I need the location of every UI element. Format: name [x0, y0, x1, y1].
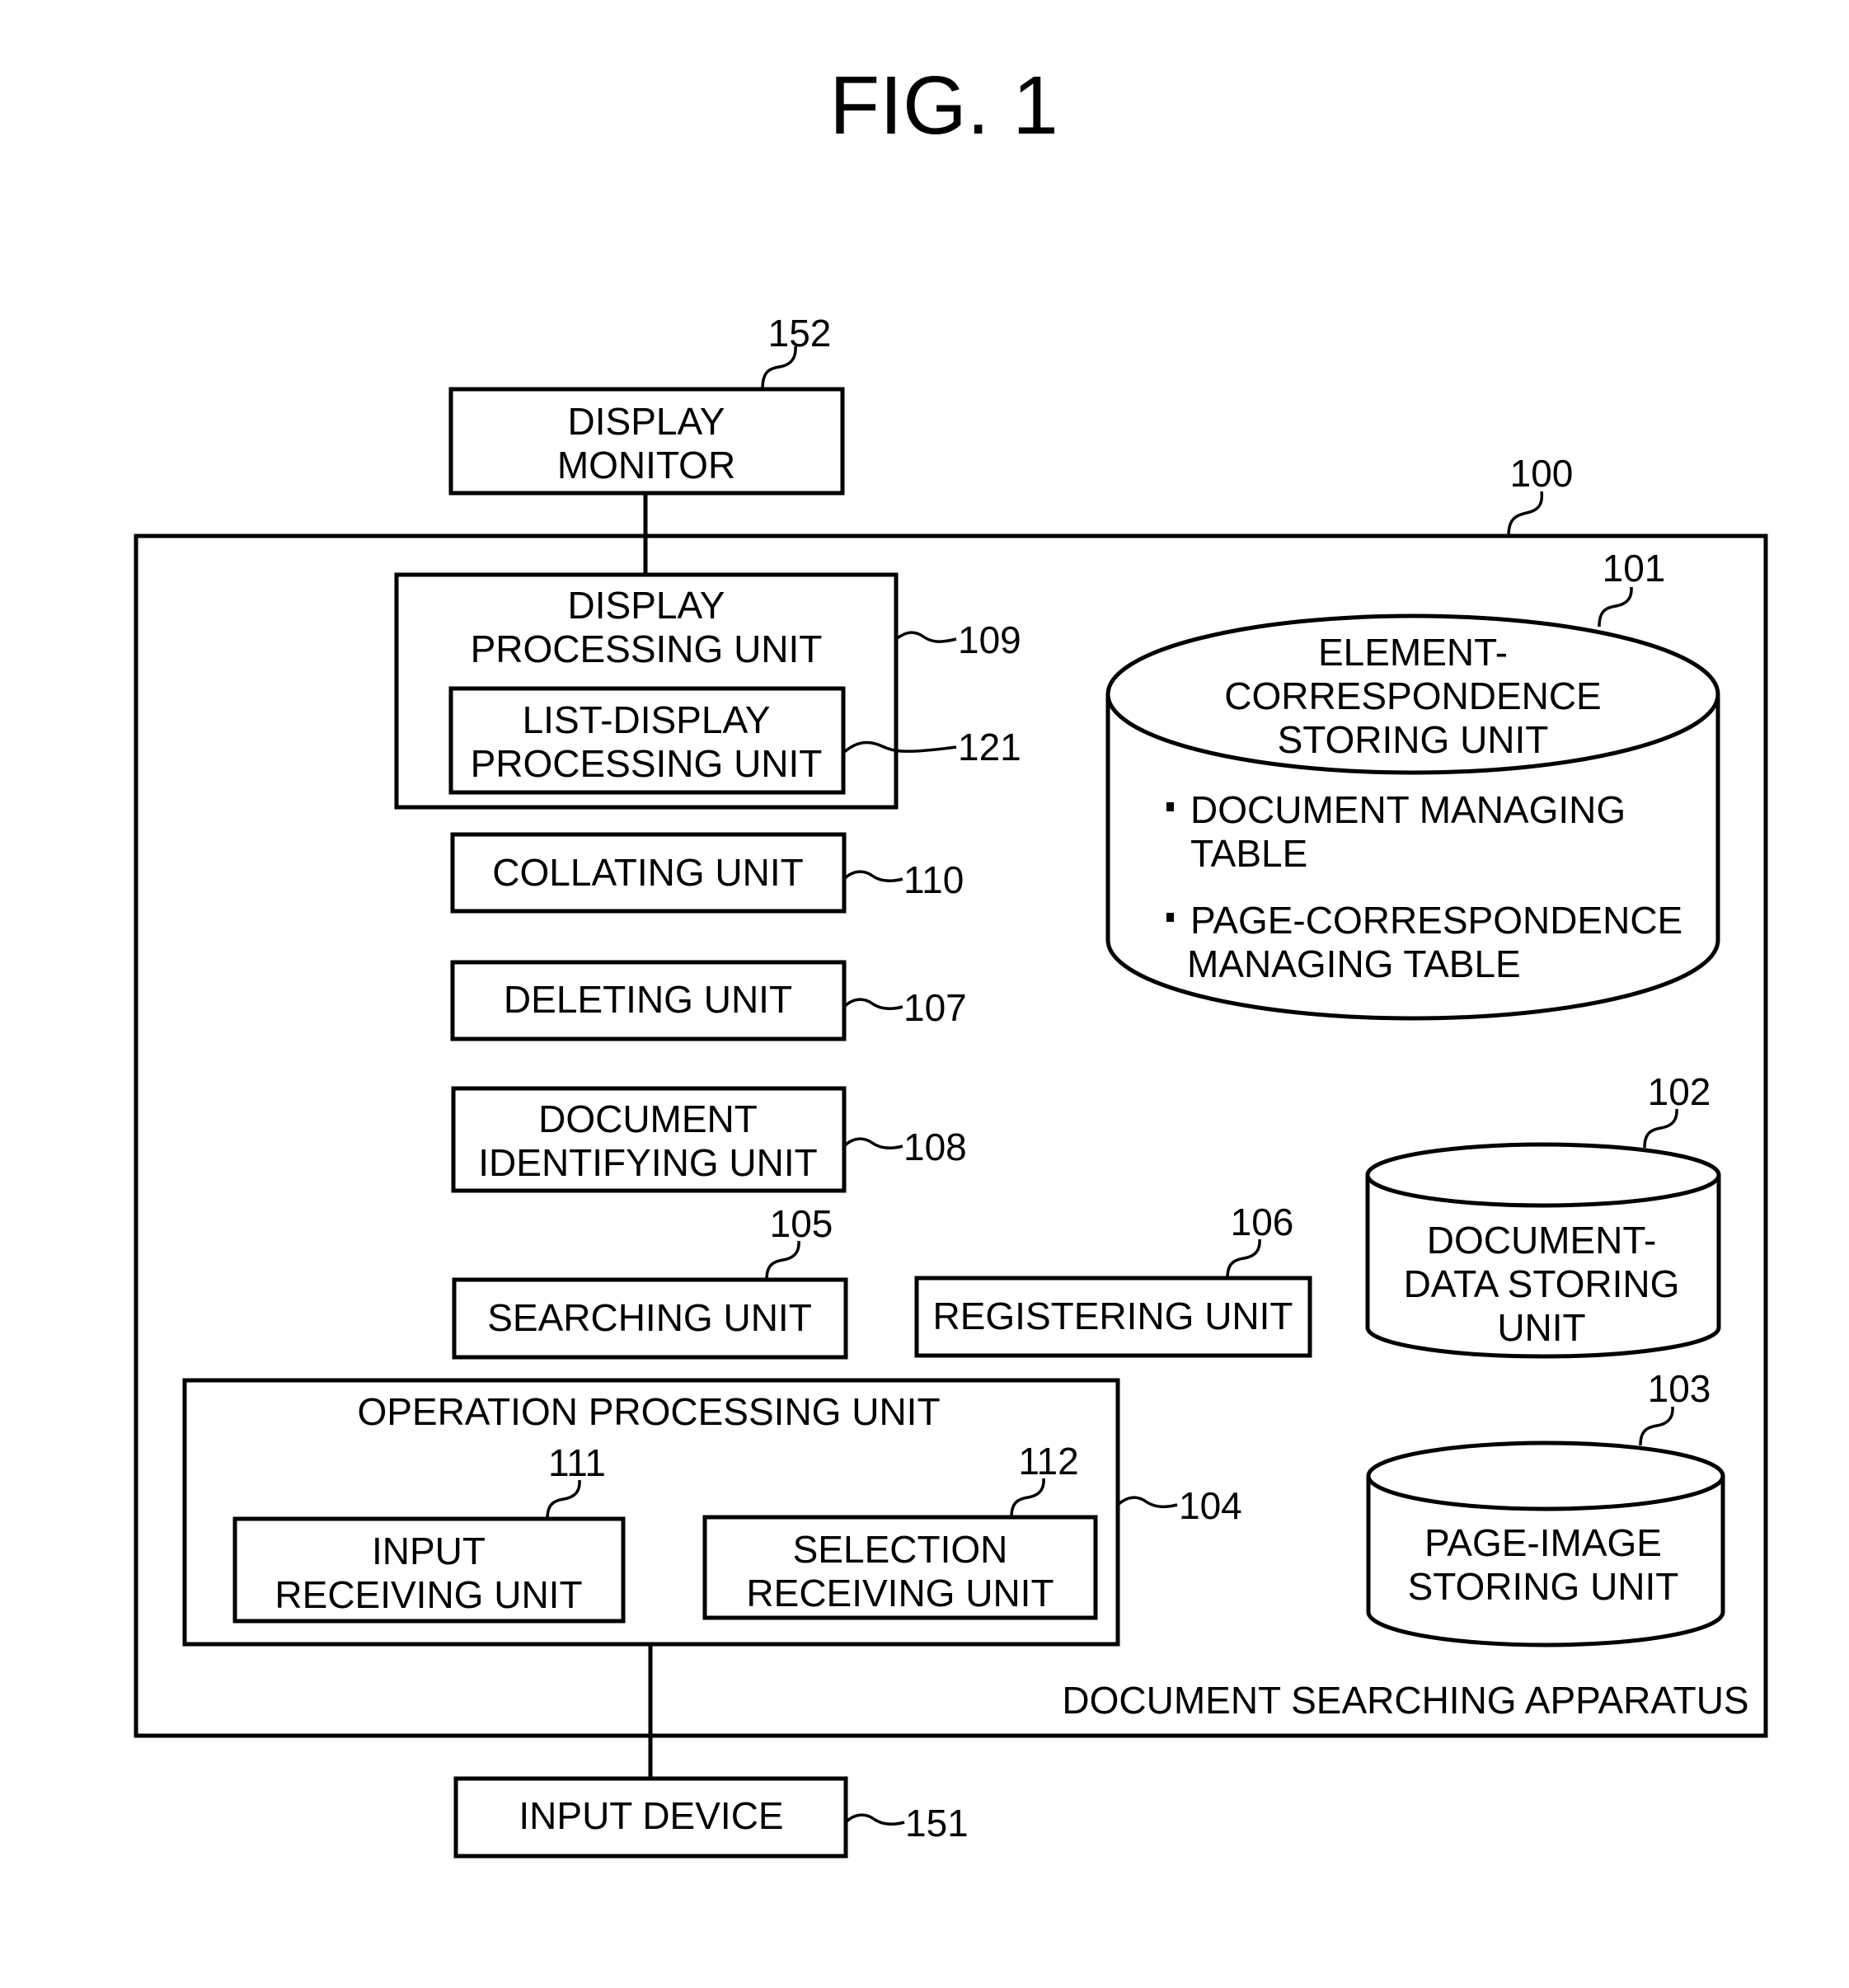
document-data-storing-label-line2: DATA STORING [1404, 1262, 1680, 1305]
page-image-storing-unit: PAGE-IMAGE STORING UNIT 103 [1366, 1367, 1725, 1647]
ref-110: 110 [903, 858, 964, 901]
deleting-unit: DELETING UNIT 107 [450, 960, 967, 1041]
leader-107 [842, 998, 903, 1011]
ref-151: 151 [905, 1802, 969, 1845]
leader-109 [894, 631, 957, 643]
table-item-2-line1: PAGE-CORRESPONDENCE [1190, 899, 1682, 942]
ref-111: 111 [548, 1441, 606, 1484]
ref-107: 107 [903, 986, 967, 1029]
element-correspondence-label-line3: STORING UNIT [1278, 718, 1549, 761]
leader-108 [842, 1137, 903, 1150]
display-processing-unit-label-line1: DISPLAY [568, 584, 725, 627]
leader-151 [844, 1813, 905, 1826]
ref-152: 152 [768, 312, 832, 355]
ref-108: 108 [903, 1126, 967, 1168]
ref-101: 101 [1603, 547, 1666, 590]
bullet-icon [1166, 913, 1174, 922]
leader-103 [1639, 1406, 1674, 1446]
apparatus-label: DOCUMENT SEARCHING APPARATUS [1062, 1679, 1748, 1722]
ref-104: 104 [1179, 1484, 1242, 1527]
input-receiving-unit-label-line2: RECEIVING UNIT [275, 1573, 582, 1616]
input-receiving-unit-label-line1: INPUT [372, 1530, 486, 1572]
document-identifying-unit: DOCUMENT IDENTIFYING UNIT 108 [451, 1086, 967, 1193]
leader-100 [1507, 491, 1544, 537]
searching-unit: SEARCHING UNIT 105 [452, 1202, 848, 1360]
document-identifying-unit-label-line1: DOCUMENT [538, 1097, 758, 1140]
table-item-1-line2: TABLE [1190, 832, 1307, 875]
collating-unit: COLLATING UNIT 110 [450, 832, 964, 914]
bullet-icon [1166, 802, 1174, 811]
list-display-processing-unit-label-line2: PROCESSING UNIT [471, 742, 823, 785]
selection-receiving-unit-label-line1: SELECTION [793, 1528, 1008, 1571]
cylinder-102-top [1365, 1142, 1721, 1208]
operation-processing-unit-label: OPERATION PROCESSING UNIT [357, 1390, 940, 1433]
ref-100: 100 [1510, 452, 1574, 495]
leader-110 [842, 870, 903, 883]
leader-105 [765, 1240, 800, 1281]
leader-102 [1643, 1108, 1678, 1149]
display-monitor: DISPLAY MONITOR 152 [448, 312, 845, 496]
block-diagram: FIG. 1 DOCUMENT SEARCHING APPARATUS 100 … [134, 59, 1768, 1859]
ref-105: 105 [770, 1202, 833, 1245]
cylinder-103-top [1366, 1440, 1725, 1511]
element-correspondence-storing-unit: ELEMENT- CORRESPONDENCE STORING UNIT DOC… [1105, 547, 1720, 1021]
list-display-processing-unit-label-line1: LIST-DISPLAY [523, 698, 771, 741]
document-data-storing-unit: DOCUMENT- DATA STORING UNIT 102 [1365, 1070, 1721, 1359]
ref-112: 112 [1018, 1440, 1078, 1483]
deleting-unit-label: DELETING UNIT [504, 978, 792, 1021]
ref-102: 102 [1648, 1070, 1711, 1113]
display-monitor-label-line2: MONITOR [557, 444, 735, 486]
table-item-2-line2: MANAGING TABLE [1187, 942, 1521, 985]
table-item-1-line1: DOCUMENT MANAGING [1190, 788, 1626, 831]
leader-101 [1598, 586, 1633, 627]
registering-unit-label: REGISTERING UNIT [932, 1295, 1293, 1337]
input-device-label: INPUT DEVICE [519, 1794, 783, 1837]
document-data-storing-label-line1: DOCUMENT- [1427, 1219, 1657, 1262]
page-image-storing-label-line1: PAGE-IMAGE [1424, 1521, 1662, 1564]
selection-receiving-unit-label-line2: RECEIVING UNIT [746, 1572, 1054, 1614]
display-processing-unit: DISPLAY PROCESSING UNIT 109 LIST-DISPLAY… [394, 572, 1021, 810]
leader-104 [1116, 1496, 1178, 1509]
input-device: INPUT DEVICE 151 [453, 1776, 969, 1859]
ref-121: 121 [958, 726, 1021, 768]
ref-106: 106 [1231, 1201, 1294, 1243]
ref-109: 109 [958, 618, 1021, 661]
registering-unit: REGISTERING UNIT 106 [914, 1201, 1312, 1358]
page-image-storing-label-line2: STORING UNIT [1408, 1565, 1679, 1608]
searching-unit-label: SEARCHING UNIT [487, 1296, 812, 1339]
collating-unit-label: COLLATING UNIT [492, 851, 803, 894]
document-identifying-unit-label-line2: IDENTIFYING UNIT [478, 1141, 817, 1184]
element-correspondence-label-line2: CORRESPONDENCE [1224, 674, 1602, 717]
operation-processing-unit: OPERATION PROCESSING UNIT 104 INPUT RECE… [182, 1378, 1242, 1647]
element-correspondence-label-line1: ELEMENT- [1318, 631, 1508, 674]
figure-title: FIG. 1 [829, 59, 1058, 152]
ref-103: 103 [1648, 1367, 1711, 1410]
display-processing-unit-label-line2: PROCESSING UNIT [471, 627, 823, 670]
display-monitor-label-line1: DISPLAY [568, 400, 725, 443]
list-display-processing-unit: LIST-DISPLAY PROCESSING UNIT 121 [448, 686, 1021, 795]
leader-106 [1226, 1238, 1261, 1279]
document-data-storing-label-line3: UNIT [1497, 1306, 1585, 1349]
